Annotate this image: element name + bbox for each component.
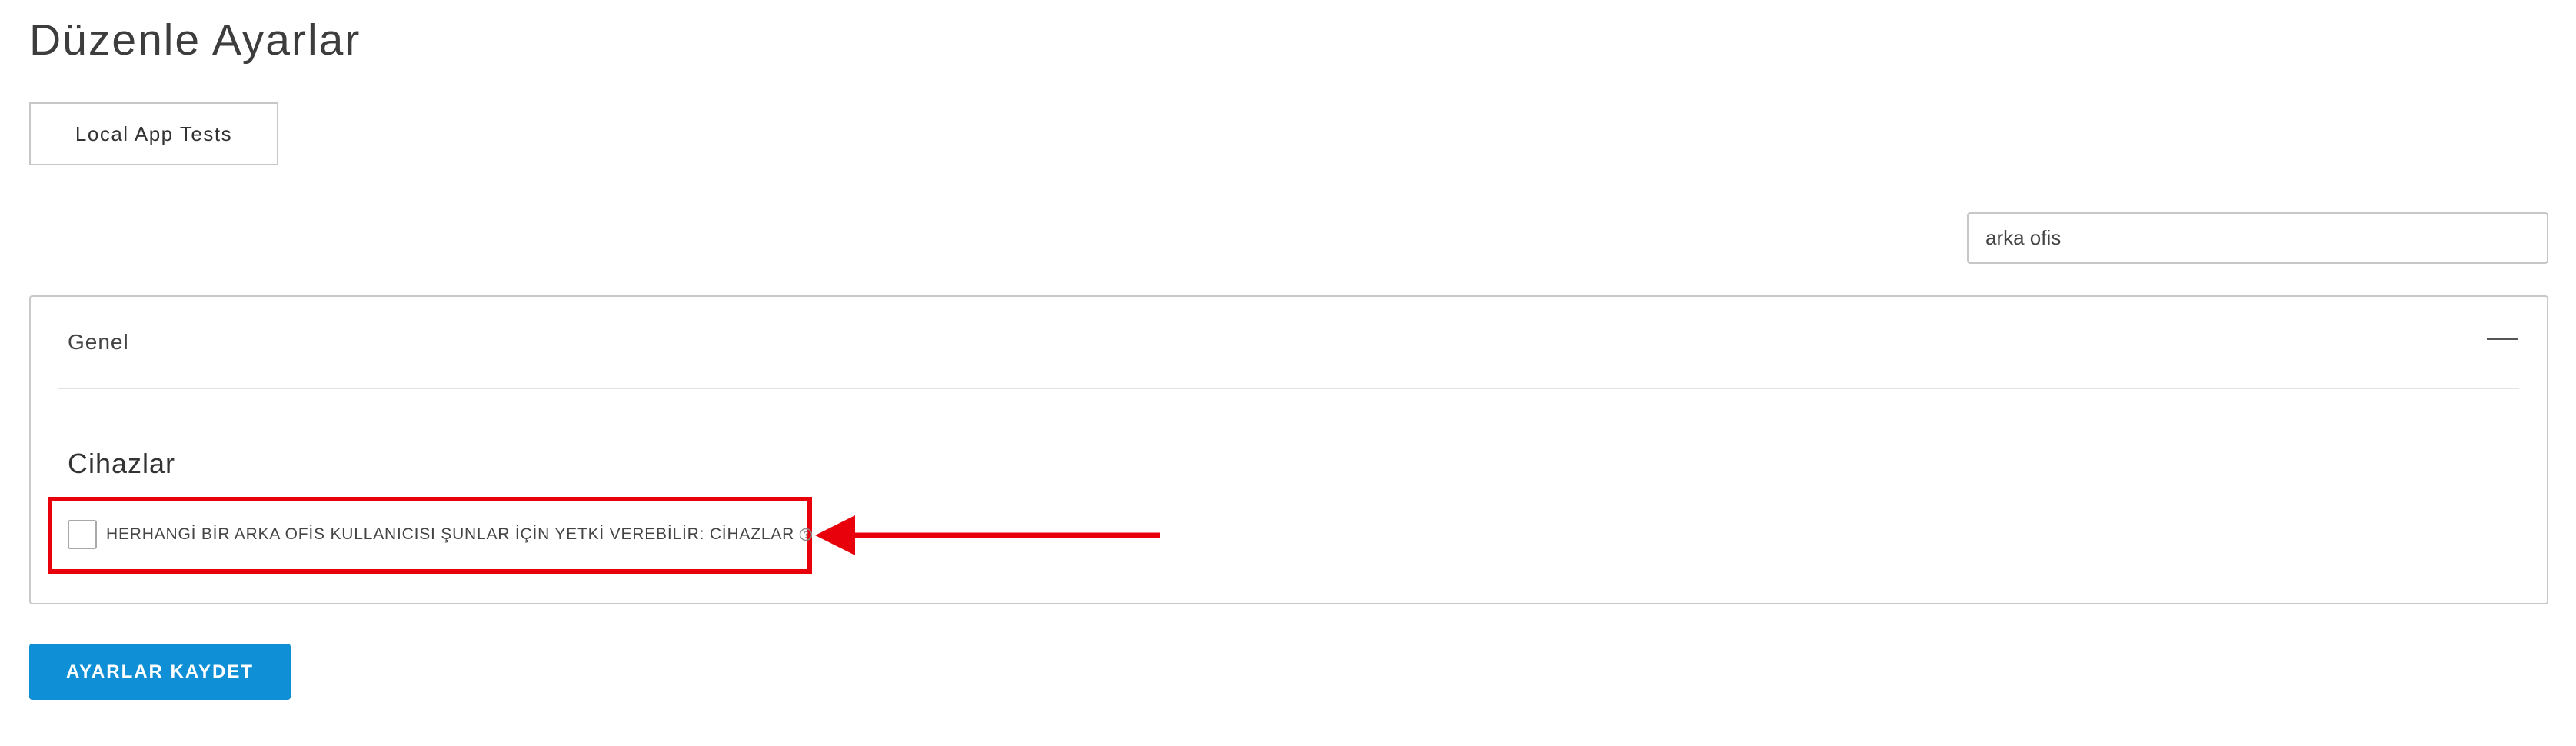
settings-search-input[interactable] [1967,212,2548,264]
app-tab-local-app-tests[interactable]: Local App Tests [29,102,278,165]
save-settings-button[interactable]: AYARLAR KAYDET [29,644,291,700]
section-heading-devices: Cihazlar [68,448,176,479]
question-circle-icon[interactable] [799,528,813,541]
collapse-minus-icon[interactable] [2487,338,2518,341]
panel-divider [58,388,2519,389]
panel-header[interactable]: Genel [31,297,2547,388]
general-settings-panel: Genel Cihazlar HERHANGİ BİR ARKA OFİS KU… [29,295,2548,604]
left-arrow-icon [815,515,1160,555]
setting-checkbox[interactable] [68,520,97,549]
settings-page: Düzenle Ayarlar Local App Tests Genel Ci… [0,0,2576,746]
setting-label: HERHANGİ BİR ARKA OFİS KULLANICISI ŞUNLA… [106,525,795,543]
panel-title: Genel [68,330,129,354]
setting-row-backoffice-devices[interactable]: HERHANGİ BİR ARKA OFİS KULLANICISI ŞUNLA… [68,518,813,551]
page-title: Düzenle Ayarlar [29,15,361,65]
